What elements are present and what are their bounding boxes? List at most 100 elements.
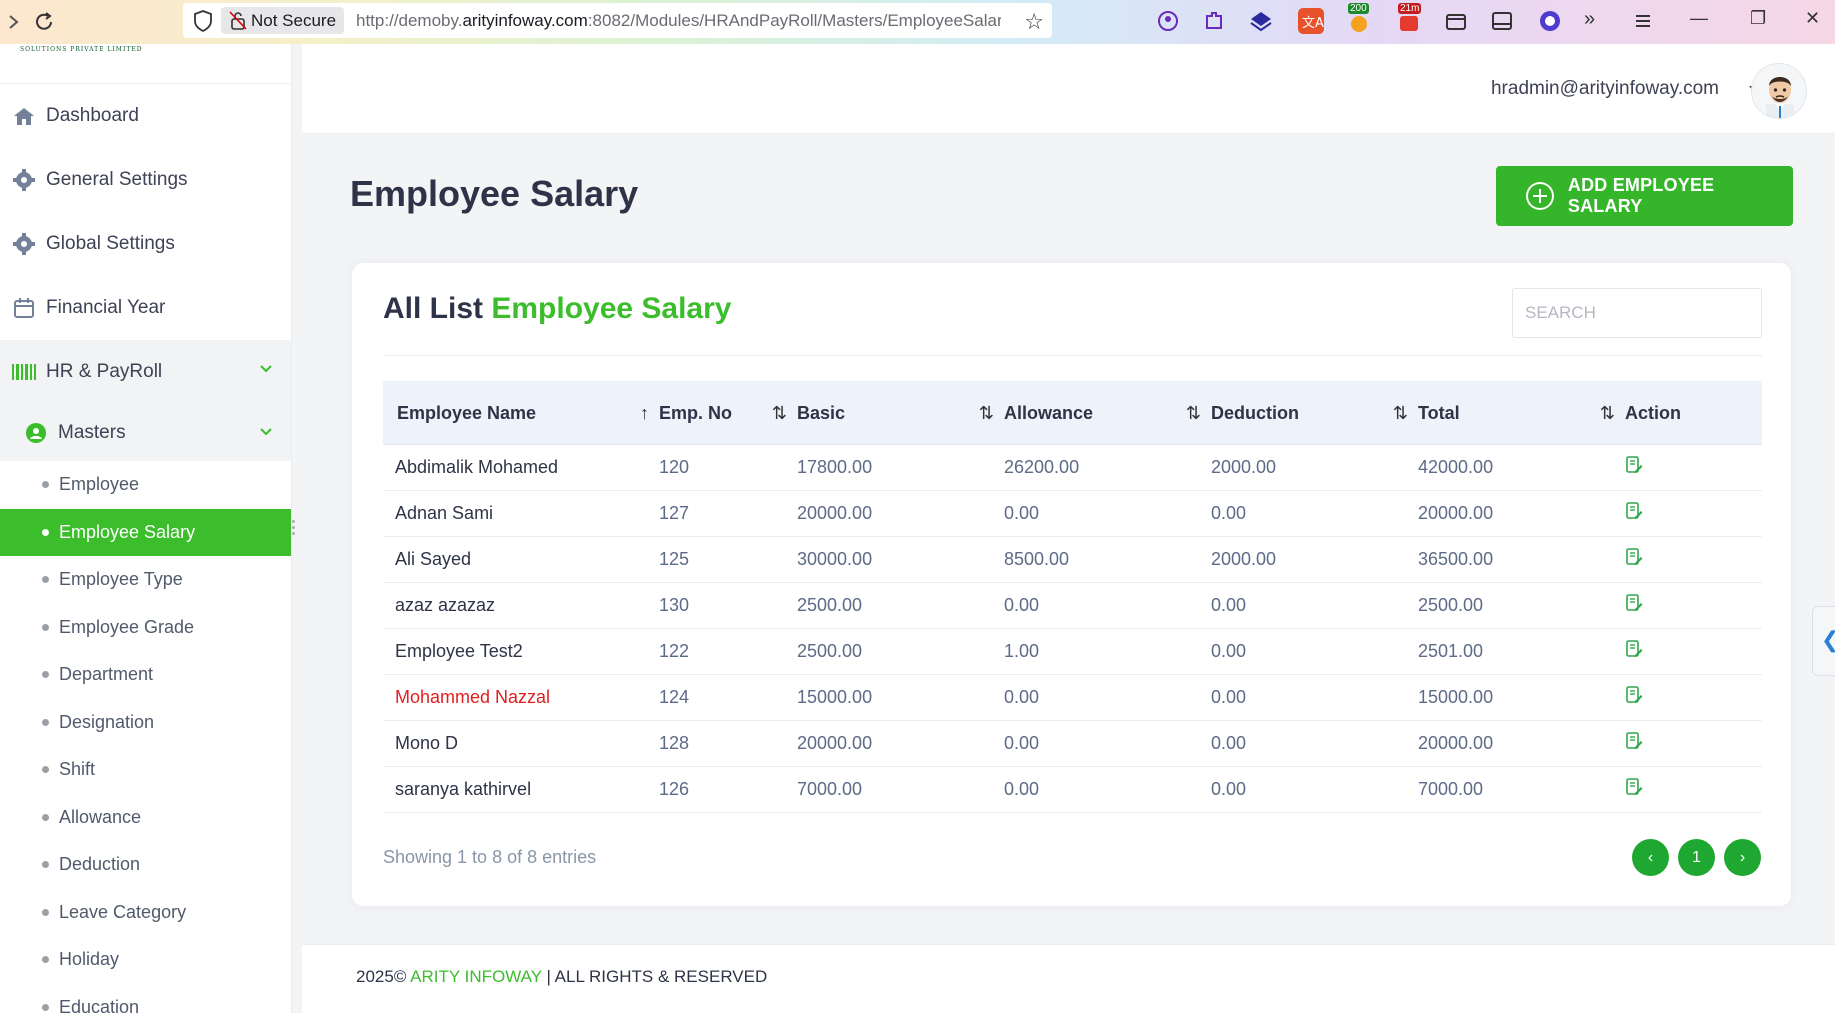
copyright-suffix: | ALL RIGHTS & RESERVED — [541, 967, 768, 986]
sidebar-item-masters[interactable]: Masters — [0, 404, 291, 461]
cell-deduction: 0.00 — [1211, 733, 1247, 753]
edit-icon[interactable] — [1625, 456, 1643, 474]
submenu-shift[interactable]: Shift — [0, 746, 291, 794]
submenu-label: Department — [59, 664, 154, 685]
cell-deduction: 0.00 — [1211, 641, 1247, 661]
cell-deduction: 0.00 — [1211, 595, 1247, 615]
column-header-deduction[interactable]: Deduction ⇅ — [1211, 381, 1418, 445]
sidebar-item-dashboard[interactable]: Dashboard — [0, 84, 291, 148]
close-icon[interactable]: ✕ — [1805, 8, 1820, 29]
address-bar[interactable]: Not Secure http://demoby.arityinfoway.co… — [183, 3, 1052, 38]
next-page-button[interactable]: › — [1724, 839, 1761, 876]
column-label: Allowance — [1004, 402, 1094, 423]
logo[interactable]: SOLUTIONS PRIVATE LIMITED — [0, 44, 291, 84]
url-prefix: http://demoby. — [356, 11, 463, 30]
submenu-label: Allowance — [59, 806, 142, 827]
submenu-employee-salary[interactable]: Employee Salary — [0, 508, 291, 556]
submenu-designation[interactable]: Designation — [0, 699, 291, 747]
cell-emp-no: 126 — [659, 779, 690, 799]
search-input[interactable] — [1512, 288, 1762, 338]
deals-icon[interactable]: 200 — [1346, 3, 1372, 34]
user-menu[interactable]: hradmin@arityinfoway.com — [1491, 78, 1719, 100]
cell-emp-no: 124 — [659, 687, 690, 707]
copyright-prefix: 2025© — [356, 967, 411, 986]
cell-emp-no: 120 — [659, 457, 690, 477]
page-number-button[interactable]: 1 — [1678, 839, 1715, 876]
add-employee-salary-button[interactable]: ADD EMPLOYEE SALARY — [1496, 166, 1793, 226]
column-label: Emp. No — [659, 402, 733, 423]
edit-icon[interactable] — [1625, 778, 1643, 796]
sort-icon[interactable]: ⇅ — [772, 381, 787, 445]
bookmark-star-icon[interactable]: ☆ — [1024, 9, 1044, 35]
prev-page-button[interactable]: ‹ — [1632, 839, 1669, 876]
avatar[interactable] — [1751, 63, 1807, 119]
column-label: Total — [1418, 402, 1460, 423]
security-indicator[interactable]: Not Secure — [221, 7, 345, 34]
minimize-icon[interactable]: — — [1690, 8, 1708, 29]
sidebar-item-financial-year[interactable]: Financial Year — [0, 276, 291, 340]
side-panel-toggle[interactable]: ❮ — [1812, 606, 1835, 676]
sidebar-item-hr-payroll[interactable]: HR & PayRoll — [0, 340, 291, 404]
edit-icon[interactable] — [1625, 732, 1643, 750]
column-header-total[interactable]: Total ⇅ — [1418, 381, 1625, 445]
column-header-allowance[interactable]: Allowance ⇅ — [1004, 381, 1211, 445]
submenu-employee-type[interactable]: Employee Type — [0, 556, 291, 604]
translate-icon[interactable]: 文A — [1298, 8, 1324, 34]
overflow-menu-icon[interactable]: » — [1584, 8, 1610, 34]
layers-icon[interactable] — [1248, 8, 1274, 34]
cell-basic: 15000.00 — [797, 687, 873, 707]
sort-ascending-icon[interactable]: ↑ — [640, 381, 649, 445]
container-icon[interactable] — [1443, 8, 1469, 34]
sort-icon[interactable]: ⇅ — [1393, 381, 1408, 445]
column-header-emp-no[interactable]: Emp. No ⇅ — [659, 381, 797, 445]
edit-icon[interactable] — [1625, 548, 1643, 566]
cell-employee-name: Mohammed Nazzal — [395, 687, 551, 707]
column-header-employee-name[interactable]: Employee Name ↑ — [383, 381, 659, 445]
cell-employee-name: Ali Sayed — [395, 549, 472, 569]
reload-icon[interactable] — [30, 8, 58, 36]
add-circle-icon — [1526, 182, 1554, 210]
submenu-education[interactable]: Education — [0, 984, 291, 1013]
submenu-leave-category[interactable]: Leave Category — [0, 889, 291, 937]
timer-icon[interactable]: 21m — [1396, 3, 1422, 34]
sort-icon[interactable]: ⇅ — [979, 381, 994, 445]
edit-icon[interactable] — [1625, 594, 1643, 612]
table-row: saranya kathirvel 126 7000.00 0.00 0.00 … — [383, 767, 1762, 813]
back-icon[interactable] — [0, 8, 28, 36]
sidebar: SOLUTIONS PRIVATE LIMITED Dashboard Gene… — [0, 44, 292, 1013]
cell-emp-no: 122 — [659, 641, 690, 661]
account-icon[interactable] — [1155, 8, 1181, 34]
sort-icon[interactable]: ⇅ — [1186, 381, 1201, 445]
cell-total: 2501.00 — [1418, 641, 1484, 661]
column-header-basic[interactable]: Basic ⇅ — [797, 381, 1004, 445]
url-suffix: :8082/Modules/HRAndPayRoll/Masters/Emplo… — [587, 11, 1001, 30]
submenu-department[interactable]: Department — [0, 651, 291, 699]
cell-allowance: 0.00 — [1004, 503, 1040, 523]
sidebar-item-general-settings[interactable]: General Settings — [0, 148, 291, 212]
edit-icon[interactable] — [1625, 640, 1643, 658]
hamburger-menu-icon[interactable] — [1630, 8, 1656, 34]
shield-icon[interactable] — [193, 10, 213, 32]
cell-basic: 2500.00 — [797, 641, 863, 661]
color-picker-icon[interactable] — [1537, 8, 1563, 34]
submenu-allowance[interactable]: Allowance — [0, 794, 291, 842]
sidebar-toggle-icon[interactable] — [1489, 8, 1515, 34]
cell-basic: 20000.00 — [797, 503, 873, 523]
cell-total: 2500.00 — [1418, 595, 1484, 615]
submenu-employee-grade[interactable]: Employee Grade — [0, 604, 291, 652]
sort-icon[interactable]: ⇅ — [1600, 381, 1615, 445]
url-text[interactable]: http://demoby.arityinfoway.com:8082/Modu… — [356, 3, 1001, 38]
submenu-deduction[interactable]: Deduction — [0, 841, 291, 889]
cell-allowance: 26200.00 — [1004, 457, 1080, 477]
cell-basic: 20000.00 — [797, 733, 873, 753]
footer-brand-link[interactable]: ARITY INFOWAY — [410, 967, 542, 986]
submenu-holiday[interactable]: Holiday — [0, 936, 291, 984]
submenu-employee[interactable]: Employee — [0, 461, 291, 509]
edit-icon[interactable] — [1625, 502, 1643, 520]
restore-icon[interactable]: ❐ — [1750, 8, 1766, 29]
sidebar-item-global-settings[interactable]: Global Settings — [0, 212, 291, 276]
edit-icon[interactable] — [1625, 686, 1643, 704]
cell-allowance: 0.00 — [1004, 687, 1040, 707]
extensions-icon[interactable] — [1201, 8, 1227, 34]
sidebar-resize-handle[interactable] — [292, 520, 296, 538]
